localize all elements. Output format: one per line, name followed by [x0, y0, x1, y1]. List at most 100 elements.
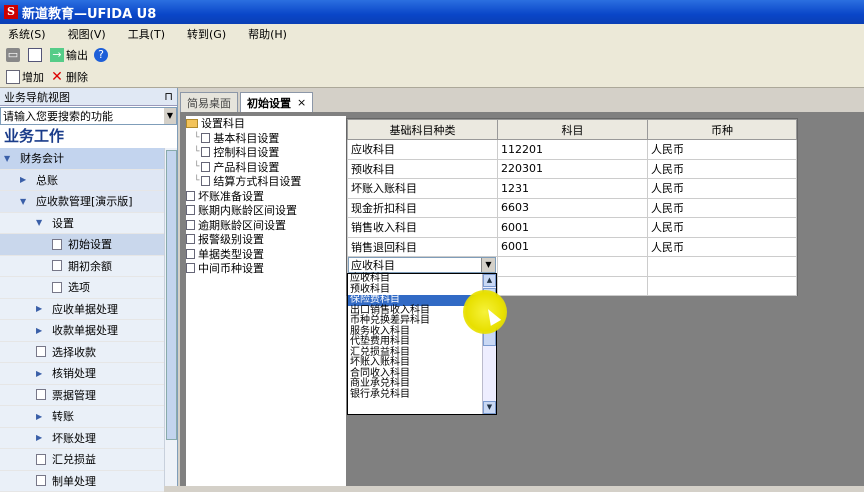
tree-item-bad-debt-reserve[interactable]: 坏账准备设置 — [186, 189, 346, 204]
document-icon — [36, 389, 46, 400]
dropdown-option[interactable]: 商业承兑科目 — [348, 379, 482, 390]
tree-item-basic-accounts[interactable]: └基本科目设置 — [186, 131, 346, 146]
menu-view[interactable]: 视图(V) — [68, 26, 106, 42]
page-icon — [201, 133, 210, 143]
scroll-up-icon[interactable]: ▲ — [483, 274, 496, 287]
tree-item-alert-level[interactable]: 报警级别设置 — [186, 232, 346, 247]
chevron-down-icon[interactable]: ▼ — [164, 108, 176, 124]
page-icon — [186, 263, 195, 273]
column-header-account[interactable]: 科目 — [498, 120, 648, 140]
nav-item-general-ledger[interactable]: ▶总账 — [0, 170, 164, 192]
column-header-account-type[interactable]: 基础科目种类 — [348, 120, 498, 140]
menu-help[interactable]: 帮助(H) — [248, 26, 287, 42]
cell-empty[interactable] — [648, 276, 797, 296]
preview-icon — [28, 48, 42, 62]
tree-item-aging-in-term[interactable]: 账期内账龄区间设置 — [186, 203, 346, 218]
nav-item-receivable-docs[interactable]: ▶应收单据处理 — [0, 299, 164, 321]
cell-account[interactable]: 112201 — [498, 140, 648, 160]
cell-currency[interactable]: 人民币 — [648, 140, 797, 160]
tab-initial-settings[interactable]: 初始设置× — [240, 92, 313, 112]
cell-account[interactable]: 6001 — [498, 218, 648, 238]
dropdown-option-selected[interactable]: 保险费科目 — [348, 295, 482, 306]
nav-item-options[interactable]: 选项 — [0, 277, 164, 299]
cell-currency[interactable]: 人民币 — [648, 159, 797, 179]
nav-item-writeoff[interactable]: ▶ 核销处理 — [0, 363, 164, 385]
cell-currency[interactable]: 人民币 — [648, 179, 797, 199]
print-button[interactable]: ▭ — [6, 48, 22, 62]
nav-scrollbar[interactable] — [164, 148, 177, 486]
cell-empty[interactable] — [498, 276, 648, 296]
nav-item-finance[interactable]: ▼财务会计 — [0, 148, 164, 170]
dropdown-option[interactable]: 银行承兑科目 — [348, 390, 482, 401]
dropdown-option[interactable]: 坏账入账科目 — [348, 358, 482, 369]
dropdown-option[interactable]: 币种兑换差异科目 — [348, 316, 482, 327]
help-button[interactable]: ? — [94, 48, 110, 62]
cell-account[interactable]: 1231 — [498, 179, 648, 199]
export-button[interactable]: →输出 — [50, 47, 88, 63]
tree-item-settlement-accounts[interactable]: └结算方式科目设置 — [186, 174, 346, 189]
table-row: 应收科目 112201 人民币 — [348, 140, 797, 160]
nav-item-transfer[interactable]: ▶转账 — [0, 406, 164, 428]
cell-currency[interactable]: 人民币 — [648, 218, 797, 238]
cell-account[interactable]: 220301 — [498, 159, 648, 179]
nav-item-voucher[interactable]: 制单处理 — [0, 471, 164, 492]
nav-item-label: 票据管理 — [52, 387, 96, 403]
nav-item-select-receipt[interactable]: 选择收款 — [0, 342, 164, 364]
cell-account-type[interactable]: 销售退回科目 — [348, 237, 498, 257]
menu-tools[interactable]: 工具(T) — [128, 26, 165, 42]
cell-account-type[interactable]: 预收科目 — [348, 159, 498, 179]
cell-account-type[interactable]: 现金折扣科目 — [348, 198, 498, 218]
account-type-combobox[interactable]: 应收科目 ▼ — [348, 257, 496, 273]
nav-scrollbar-thumb[interactable] — [166, 150, 177, 440]
cell-account-type[interactable]: 应收科目 — [348, 140, 498, 160]
nav-item-fx-gain-loss[interactable]: 汇兑损益 — [0, 449, 164, 471]
cell-account-empty[interactable] — [498, 257, 648, 277]
tree-item-intermediate-currency[interactable]: 中间币种设置 — [186, 261, 346, 276]
page-icon — [201, 162, 210, 172]
pin-icon[interactable]: ⊓ — [164, 90, 173, 103]
cell-account-type[interactable]: 销售收入科目 — [348, 218, 498, 238]
nav-item-bad-debt[interactable]: ▶坏账处理 — [0, 428, 164, 450]
cell-currency-empty[interactable] — [648, 257, 797, 277]
menu-goto[interactable]: 转到(G) — [187, 26, 226, 42]
dropdown-option[interactable]: 代垫费用科目 — [348, 337, 482, 348]
cell-account-type[interactable]: 坏账入账科目 — [348, 179, 498, 199]
nav-item-label: 核销处理 — [52, 365, 96, 381]
nav-item-opening-balance[interactable]: 期初余额 — [0, 256, 164, 278]
function-search-input[interactable]: 请输入您要搜索的功能 ▼ — [0, 107, 177, 125]
cell-account[interactable]: 6001 — [498, 237, 648, 257]
nav-item-receipt-docs[interactable]: ▶收款单据处理 — [0, 320, 164, 342]
nav-panel-title: 业务导航视图 — [4, 89, 70, 105]
expand-right-icon: ▶ — [36, 369, 44, 378]
delete-button[interactable]: ✕删除 — [50, 69, 88, 85]
chevron-down-icon[interactable]: ▼ — [481, 258, 495, 272]
nav-item-notes[interactable]: 票据管理 — [0, 385, 164, 407]
add-button[interactable]: 增加 — [6, 69, 44, 85]
page-icon — [201, 176, 210, 186]
tree-item-aging-overdue[interactable]: 逾期账龄区间设置 — [186, 218, 346, 233]
cell-currency[interactable]: 人民币 — [648, 237, 797, 257]
menubar: 系统(S) 视图(V) 工具(T) 转到(G) 帮助(H) — [0, 24, 864, 44]
page-icon — [186, 220, 195, 230]
scroll-down-icon[interactable]: ▼ — [483, 401, 496, 414]
tree-item-product-accounts[interactable]: └产品科目设置 — [186, 160, 346, 175]
tree-item-control-accounts[interactable]: └控制科目设置 — [186, 145, 346, 160]
tree-item-account-settings[interactable]: 设置科目 — [186, 116, 346, 131]
tree-branch: └ — [194, 176, 199, 186]
page-icon — [186, 191, 195, 201]
nav-item-settings[interactable]: ▼设置 — [0, 213, 164, 235]
document-icon — [52, 260, 62, 271]
dropdown-option[interactable]: 应收科目 — [348, 274, 482, 285]
tab-simple-desktop[interactable]: 简易桌面 — [180, 92, 238, 112]
column-header-currency[interactable]: 币种 — [648, 120, 797, 140]
menu-system[interactable]: 系统(S) — [8, 26, 46, 42]
nav-item-label: 总账 — [36, 172, 58, 188]
tree-item-doc-type[interactable]: 单据类型设置 — [186, 247, 346, 262]
cell-currency[interactable]: 人民币 — [648, 198, 797, 218]
preview-button[interactable] — [28, 48, 44, 62]
nav-item-initial-settings[interactable]: 初始设置 — [0, 234, 164, 256]
close-icon[interactable]: × — [297, 96, 306, 109]
business-work-title: 业务工作 — [0, 126, 177, 146]
nav-item-receivables[interactable]: ▼应收款管理[演示版] — [0, 191, 164, 213]
cell-account[interactable]: 6603 — [498, 198, 648, 218]
